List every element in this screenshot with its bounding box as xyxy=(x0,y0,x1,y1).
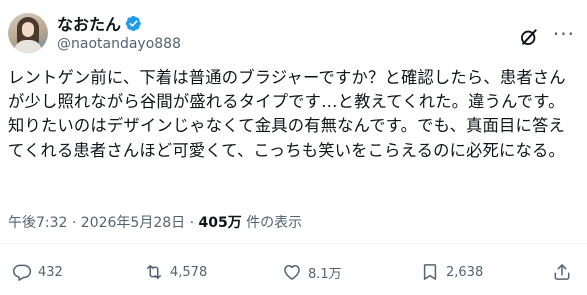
avatar[interactable] xyxy=(8,13,48,53)
share-button[interactable] xyxy=(552,261,572,283)
post-header: なおたん @naotandayo888 ··· xyxy=(8,10,579,56)
repost-icon xyxy=(147,265,161,279)
reply-button[interactable]: 432 xyxy=(12,261,63,283)
bookmark-button[interactable]: 2,638 xyxy=(420,261,483,283)
repost-button[interactable]: 4,578 xyxy=(144,261,207,283)
repost-count: 4,578 xyxy=(170,264,208,280)
post-meta: 午後7:32 · 2026年5月28日 · 405万 件の表示 xyxy=(8,212,302,232)
like-icon xyxy=(284,265,300,280)
bookmark-icon xyxy=(423,264,437,280)
reply-icon xyxy=(12,264,32,281)
grok-icon[interactable] xyxy=(519,27,539,47)
reply-count: 432 xyxy=(38,264,63,280)
action-bar: 432 4,578 8.1万 2,638 xyxy=(8,261,579,283)
like-count: 8.1万 xyxy=(308,266,342,282)
user-names: なおたん @naotandayo888 xyxy=(57,12,181,54)
post-time[interactable]: 午後7:32 · 2026年5月28日 · xyxy=(8,215,199,231)
verified-badge-icon xyxy=(125,15,141,31)
display-name[interactable]: なおたん xyxy=(57,11,121,35)
post-text: レントゲン前に、下着は普通のブラジャーですか？と確認したら、患者さんが少し照れな… xyxy=(8,68,566,160)
like-button[interactable]: 8.1万 xyxy=(282,261,342,283)
share-icon xyxy=(554,264,570,280)
more-icon[interactable]: ··· xyxy=(553,24,575,44)
divider xyxy=(0,243,587,244)
post: なおたん @naotandayo888 ··· レントゲン前に、下着は普通のブラ… xyxy=(0,0,587,295)
view-count: 405万 xyxy=(198,215,242,231)
bookmark-count: 2,638 xyxy=(446,264,484,280)
user-handle[interactable]: @naotandayo888 xyxy=(57,34,181,54)
view-label: 件の表示 xyxy=(241,215,303,231)
name-row: なおたん xyxy=(57,12,181,34)
